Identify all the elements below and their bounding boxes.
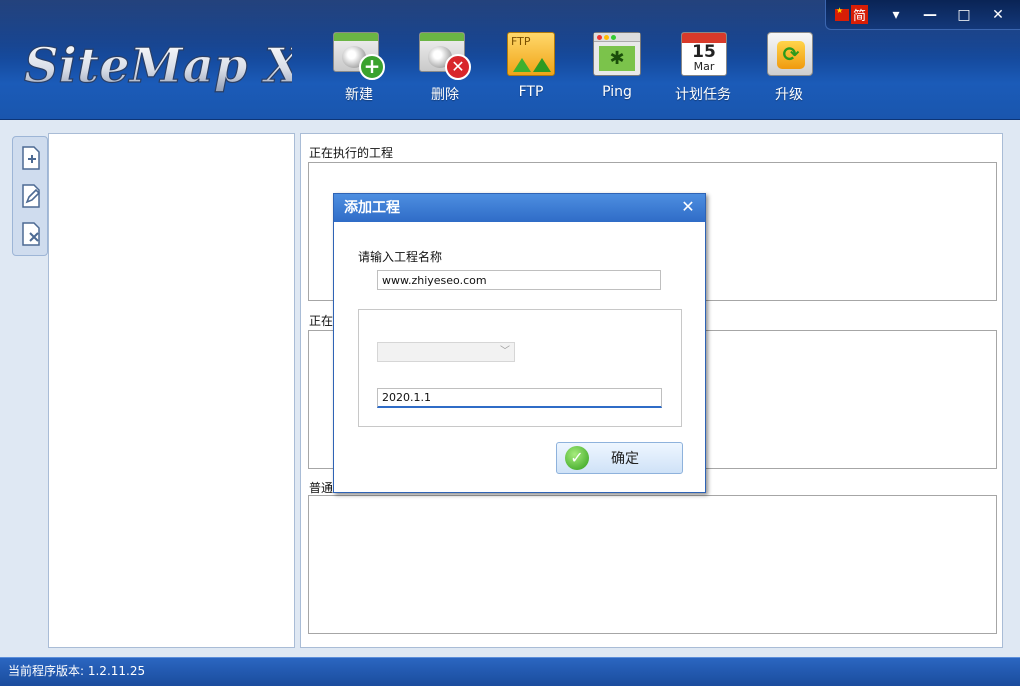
ok-button[interactable]: ✓ 确定 [556,442,683,474]
toolbar-new-button[interactable]: + 新建 [316,30,402,110]
waiting-section-title: 正在 [309,314,334,328]
toolbar-ftp-button[interactable]: FTP FTP [488,30,574,110]
dialog-titlebar[interactable]: 添加工程 ✕ [334,194,705,222]
project-name-label: 请输入工程名称 [358,250,443,264]
toolbar-label: 计划任务 [675,87,731,103]
toolbar-label: FTP [518,84,544,100]
dialog-title: 添加工程 [344,200,400,216]
project-options-group: ﹀ [358,309,682,427]
dialog-close-button[interactable]: ✕ [679,194,697,222]
calendar-day: 15 [692,42,716,62]
project-actions-strip [12,136,48,256]
toolbar-label: 删除 [431,87,459,103]
main-toolbar: + 新建 ✕ 删除 FTP FTP ✱ Ping 15 Mar 计划任务 ⟳ 升… [316,30,832,110]
logo-graphic: SiteMap X [23,37,303,94]
delete-project-icon: ✕ [417,30,473,80]
minimize-button[interactable]: — [914,2,946,28]
toolbar-upgrade-button[interactable]: ⟳ 升级 [746,30,832,110]
china-flag-icon [834,6,849,21]
toolbar-label: 升级 [775,87,803,103]
toolbar-ping-button[interactable]: ✱ Ping [574,30,660,110]
status-bar: 当前程序版本: 1.2.11.25 [0,657,1020,686]
toolbar-delete-button[interactable]: ✕ 删除 [402,30,488,110]
project-list-panel[interactable] [48,133,295,648]
add-page-icon[interactable] [19,145,43,171]
chevron-down-icon: ﹀ [500,346,510,357]
ftp-icon-text: FTP [511,35,531,48]
running-section-title: 正在执行的工程 [309,146,394,160]
upgrade-icon: ⟳ [761,30,817,80]
calendar-month: Mar [693,60,715,73]
header-bar: SiteMap X + 新建 ✕ 删除 FTP FTP ✱ Ping 15 Ma… [0,0,1020,120]
project-name-input[interactable] [377,270,661,290]
version-input[interactable] [377,388,662,408]
normal-section-title: 普通 [309,481,334,495]
toolbar-label: 新建 [345,87,373,103]
edit-page-icon[interactable] [19,183,43,209]
window-controls: 简 ▾ — □ ✕ [825,0,1020,30]
menu-button[interactable]: ▾ [880,2,912,28]
check-icon: ✓ [565,446,589,470]
ping-icon: ✱ [589,30,645,80]
language-switch[interactable]: 简 [834,5,868,24]
new-project-icon: + [331,30,387,80]
add-project-dialog: 添加工程 ✕ 请输入工程名称 ﹀ ✓ 确定 [333,193,706,493]
project-type-select[interactable]: ﹀ [377,342,515,362]
delete-page-icon[interactable] [19,221,43,247]
maximize-button[interactable]: □ [948,2,980,28]
ftp-icon: FTP [503,30,559,80]
app-logo: SiteMap X [22,20,303,110]
logo-text: SiteMap X [24,38,292,94]
toolbar-label: Ping [602,84,632,100]
calendar-icon: 15 Mar [675,30,731,80]
spider-icon: ✱ [599,46,635,71]
language-label: 简 [850,5,868,24]
toolbar-schedule-button[interactable]: 15 Mar 计划任务 [660,30,746,110]
ok-button-label: 确定 [611,451,639,467]
normal-projects-list[interactable] [308,495,997,634]
close-button[interactable]: ✕ [982,2,1014,28]
